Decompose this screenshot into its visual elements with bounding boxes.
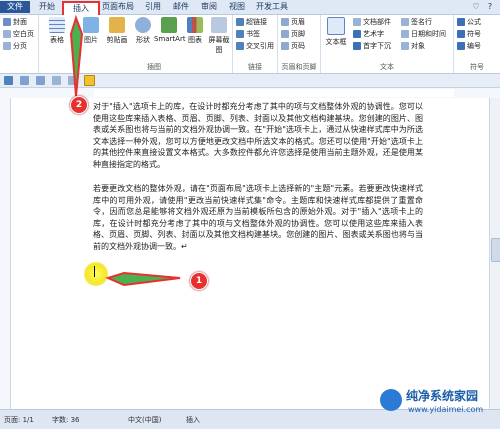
word-count[interactable]: 字数: 36	[52, 415, 80, 425]
annotation-arrows	[69, 14, 181, 287]
site-watermark: 纯净系统家园 www.yidaimei.com	[380, 385, 498, 425]
scrollbar-thumb[interactable]	[491, 238, 500, 262]
watermark-title: 纯净系统家园	[406, 389, 479, 403]
watermark-logo-icon	[380, 389, 402, 411]
arrow-2	[69, 14, 84, 97]
insert-mode[interactable]: 插入	[186, 415, 200, 425]
language[interactable]: 中文(中国)	[128, 415, 161, 425]
vertical-scrollbar[interactable]	[489, 98, 500, 409]
watermark-url: www.yidaimei.com	[408, 405, 484, 414]
callout-2: 2	[70, 96, 88, 114]
page-count[interactable]: 页面: 1/1	[4, 415, 34, 425]
callout-1: 1	[190, 272, 208, 290]
arrow-1	[105, 271, 181, 287]
